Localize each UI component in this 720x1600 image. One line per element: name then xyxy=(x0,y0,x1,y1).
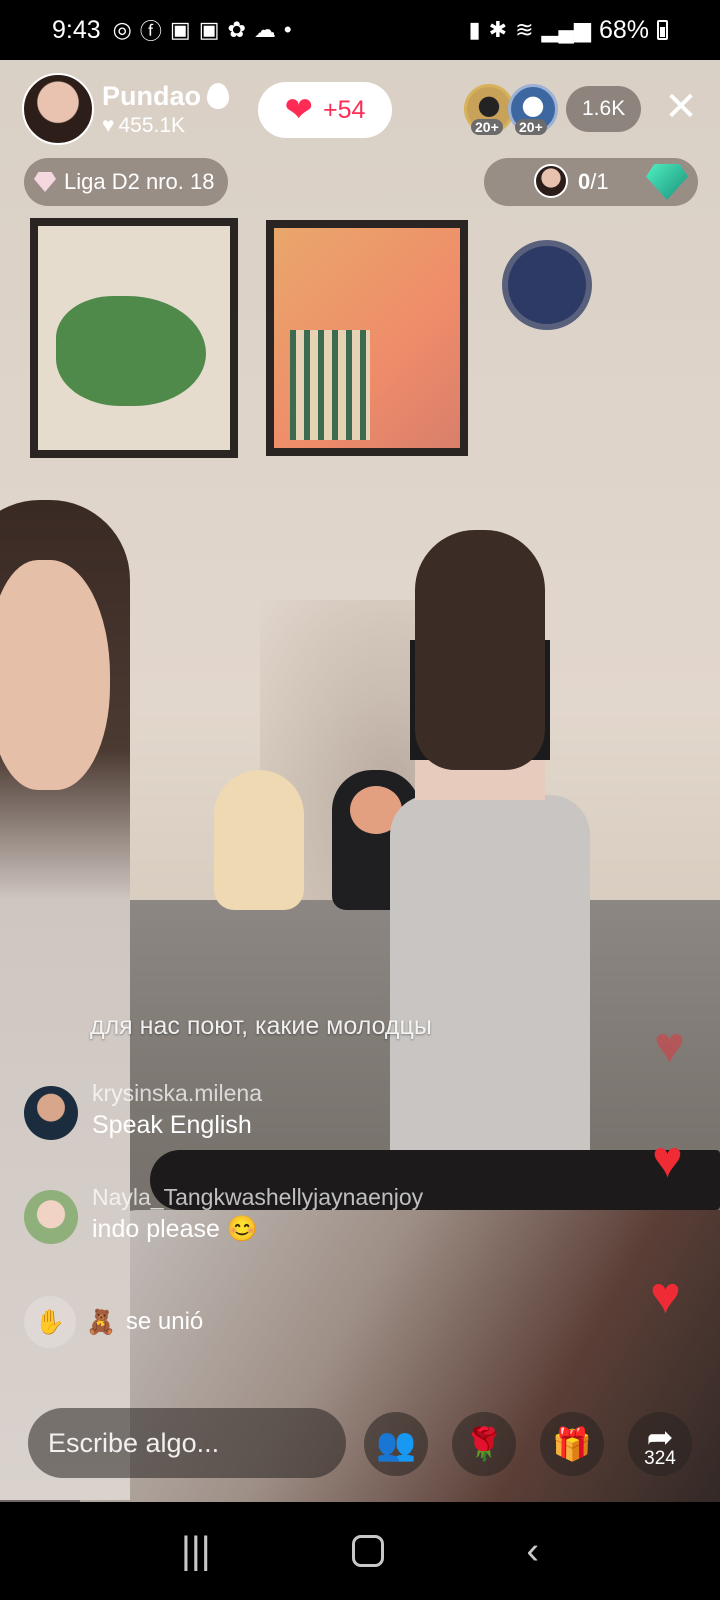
goal-current: 0 xyxy=(578,169,591,194)
share-button[interactable]: ➦ 324 xyxy=(628,1412,692,1476)
gift-button[interactable]: 🎁 xyxy=(540,1412,604,1476)
comment-input[interactable]: Escribe algo... xyxy=(28,1408,346,1478)
guests-icon: 👥 xyxy=(376,1426,416,1462)
close-button[interactable]: ✕ xyxy=(658,84,704,130)
status-time: 9:43 xyxy=(52,15,101,44)
egg-icon xyxy=(207,83,229,109)
heart-icon: ❤ xyxy=(284,91,314,129)
gift-goal[interactable]: 0/1 xyxy=(484,158,698,206)
live-video[interactable] xyxy=(0,60,720,1502)
multi-guest-button[interactable]: 👥 xyxy=(364,1412,428,1476)
poster-frame-left xyxy=(30,218,238,458)
wifi-icon: ≋ xyxy=(515,17,534,42)
host-likes-count: 455.1K xyxy=(118,113,186,137)
host-profile[interactable]: Pundao ♥ 455.1K xyxy=(22,72,244,146)
gift-icon: 🎁 xyxy=(552,1426,592,1462)
like-button[interactable]: ❤ +54 xyxy=(258,82,392,138)
rose-gift-button[interactable]: 🌹 xyxy=(452,1412,516,1476)
share-count: 324 xyxy=(644,1448,676,1469)
battery-percent: 68% xyxy=(598,15,649,44)
back-button[interactable]: ‹ xyxy=(526,1530,539,1573)
wave-hand-icon: ✋ xyxy=(35,1308,65,1336)
host-info: Pundao ♥ 455.1K xyxy=(102,81,229,138)
viewer-avatar[interactable]: 20+ xyxy=(508,84,558,135)
host-avatar[interactable] xyxy=(22,73,94,145)
viewer-count[interactable]: 1.6K xyxy=(566,86,642,132)
goal-total: /1 xyxy=(590,169,609,194)
floating-heart-icon: ♥ xyxy=(650,1267,681,1325)
flower-icon: ✿ xyxy=(227,17,246,42)
recent-apps-button[interactable]: ||| xyxy=(181,1530,211,1573)
heart-icon: ♥ xyxy=(102,113,115,137)
bluetooth-icon: ✱ xyxy=(488,17,508,42)
instagram-icon: ▣ xyxy=(198,17,220,42)
close-icon: ✕ xyxy=(664,85,698,129)
goal-progress: 0/1 xyxy=(578,169,609,195)
facebook-icon: ⓕ xyxy=(139,19,162,44)
host-name: Pundao xyxy=(102,80,201,111)
wall-clock xyxy=(502,240,592,330)
league-label: Liga D2 nro. 18 xyxy=(64,169,215,194)
like-count: +54 xyxy=(323,95,366,124)
diamond-icon xyxy=(34,172,56,192)
viewer-avatar[interactable]: 20+ xyxy=(464,84,514,135)
wave-hand-button[interactable]: ✋ xyxy=(24,1296,76,1348)
doll-bride xyxy=(214,770,304,910)
home-button[interactable] xyxy=(352,1535,385,1567)
system-status: ▮ ✱ ≋ ▂▄▆ 68% xyxy=(469,16,668,45)
floating-heart-icon: ♥ xyxy=(652,1131,683,1189)
signal-icon: ▂▄▆ xyxy=(541,17,591,42)
top-viewers[interactable]: 20+ 20+ 1.6K xyxy=(464,84,642,135)
battery-saver-icon: ▮ xyxy=(468,17,481,42)
weather-icon: ☁ xyxy=(253,17,276,42)
gem-icon xyxy=(646,164,688,200)
status-bar: 9:43 ◎ ⓕ ▣ ▣ ✿ ☁ • ▮ ✱ ≋ ▂▄▆ 68% xyxy=(0,0,720,60)
host-name-row: Pundao xyxy=(102,81,229,112)
poster-frame-right xyxy=(266,220,468,456)
notification-icons: ◎ ⓕ ▣ ▣ ✿ ☁ • xyxy=(113,14,292,46)
navigation-bar: ||| ‹ xyxy=(0,1502,720,1600)
league-badge[interactable]: Liga D2 nro. 18 xyxy=(24,158,229,206)
viewer-level-badge: 20+ xyxy=(471,119,503,135)
whatsapp-icon: ◎ xyxy=(112,17,132,42)
host-likes-row: ♥ 455.1K xyxy=(102,114,229,138)
instagram-icon: ▣ xyxy=(169,17,191,42)
battery-icon xyxy=(657,20,668,40)
dot-icon: • xyxy=(283,17,292,42)
goal-avatar xyxy=(534,164,568,198)
rose-icon: 🌹 xyxy=(464,1426,504,1462)
guitar xyxy=(150,1150,720,1210)
floating-heart-icon: ♥ xyxy=(654,1017,685,1075)
comment-placeholder: Escribe algo... xyxy=(48,1427,220,1458)
viewer-level-badge: 20+ xyxy=(515,119,547,135)
